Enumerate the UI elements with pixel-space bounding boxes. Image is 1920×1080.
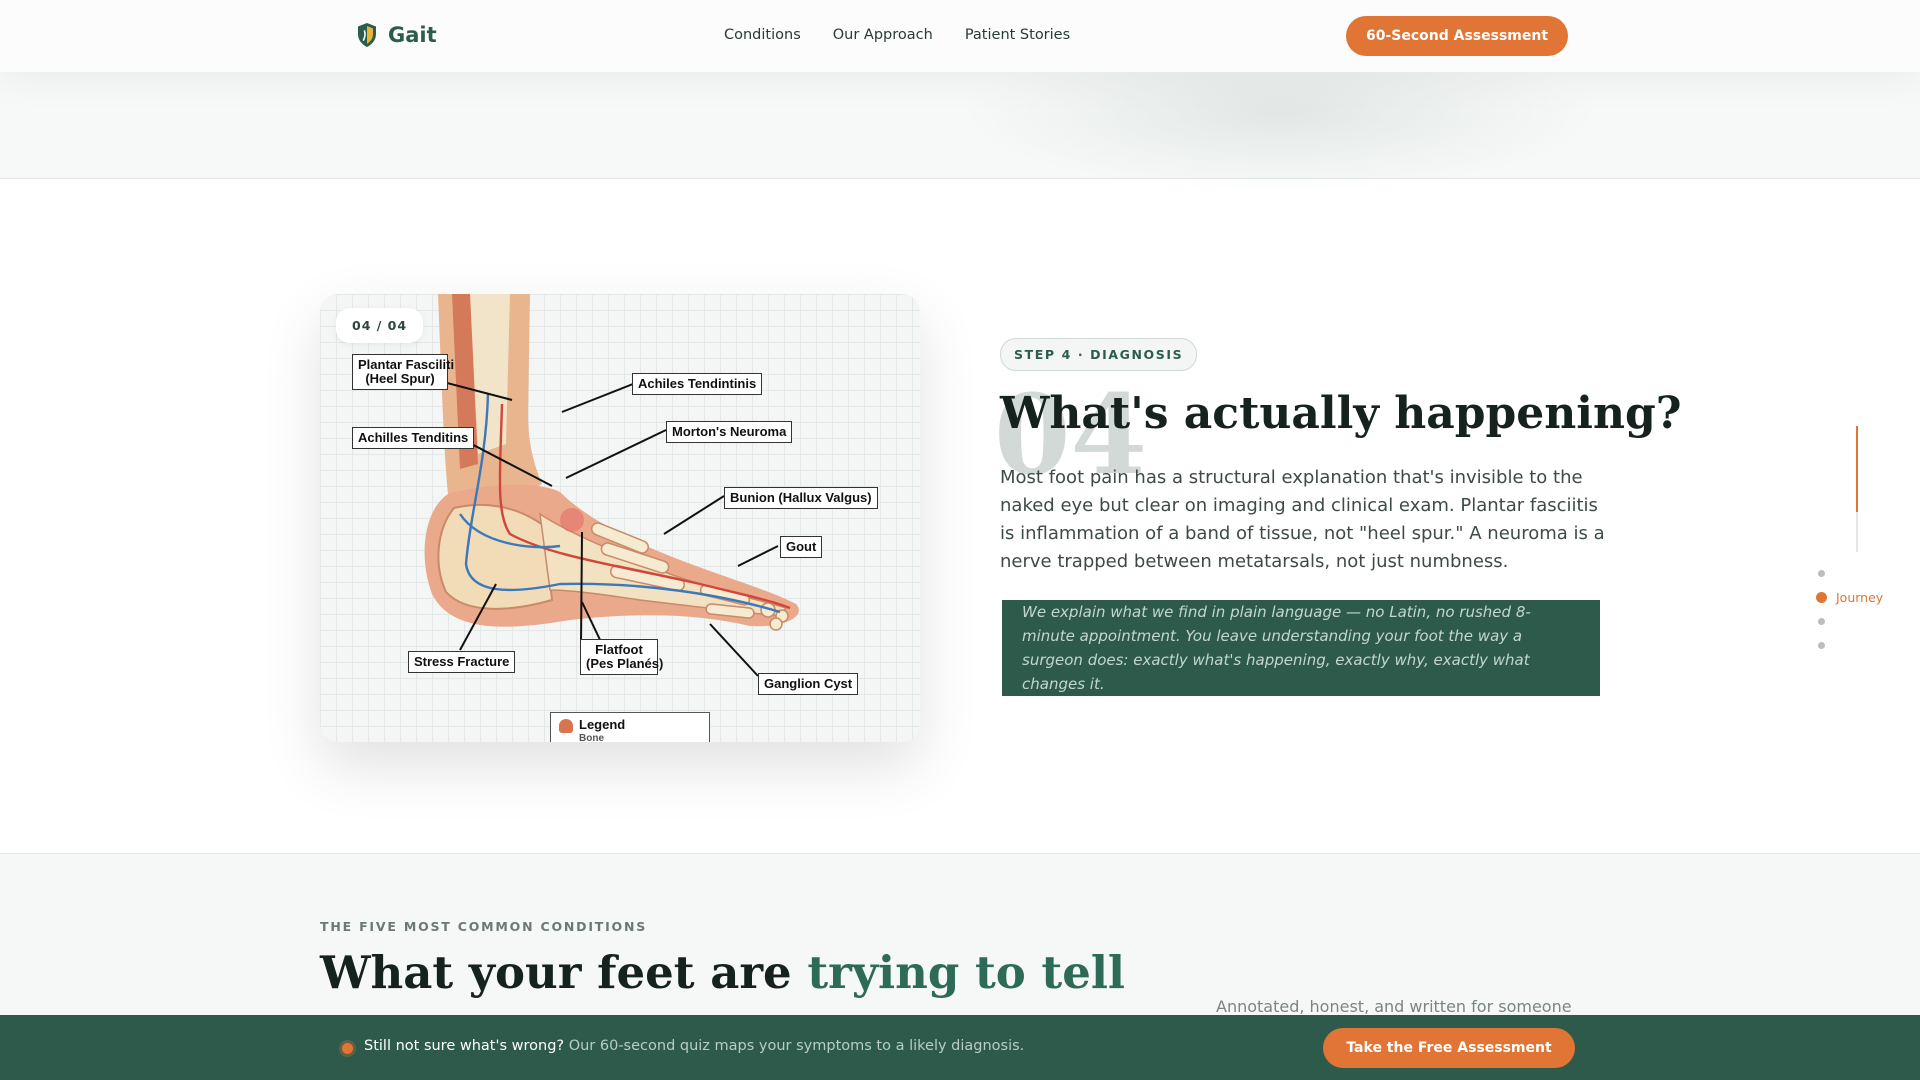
figure-legend: Legend Bone — [550, 712, 710, 742]
sticky-lead: Still not sure what's wrong? — [364, 1038, 565, 1054]
nav-conditions[interactable]: Conditions — [724, 27, 801, 43]
callout-plantar-line-2: (Heel Spur) — [365, 371, 435, 386]
callout-plantar-fasciitis: Plantar Fasciliti (Heel Spur) — [352, 354, 455, 390]
callout-plantar-line-1: Plantar Fasciliti — [358, 357, 455, 372]
sticky-description: Our 60-second quiz maps your symptoms to… — [564, 1038, 1025, 1054]
callout-bunion: Bunion (Hallux Valgus) — [724, 487, 878, 509]
callout-stress-fracture: Stress Fracture — [408, 651, 516, 673]
step-body: Most foot pain has a structural explanat… — [1000, 467, 1605, 572]
anatomy-figure-card: 04 / 04 Plantar Fasciliti (Heel Spur) Ac… — [320, 294, 920, 742]
conditions-title-start: What your feet are — [320, 946, 808, 999]
brand-logo[interactable]: Gait — [356, 22, 437, 48]
conditions-title-accent: trying to tell — [807, 946, 1126, 999]
step-quote: We explain what we find in plain languag… — [1002, 600, 1600, 696]
callout-flatfoot-line-1: Flatfoot — [595, 642, 643, 657]
shield-logo-icon — [358, 23, 376, 47]
hero-band — [0, 32, 1920, 192]
step-title: What's actually happening? — [1000, 388, 1682, 439]
callout-ganglion-cyst: Ganglion Cyst — [758, 673, 859, 695]
callout-gout: Gout — [780, 536, 823, 558]
sticky-message: Still not sure what's wrong? Our 60-seco… — [364, 1038, 1024, 1054]
conditions-subtitle: Annotated, honest, and written for someo… — [1216, 997, 1572, 1016]
callout-achilles-tendinitis-left: Achilles Tenditins — [352, 427, 475, 449]
main-nav: Conditions Our Approach Patient Stories — [724, 27, 1070, 43]
rail-dot-1[interactable] — [1818, 570, 1825, 577]
callout-achilles-tendinitis-top: Achiles Tendintinis — [632, 373, 763, 395]
brand-name: Gait — [388, 23, 437, 47]
callout-flatfoot: Flatfoot (Pes Planés) — [580, 639, 664, 675]
step-badge: STEP 4 · DIAGNOSIS — [1000, 338, 1198, 371]
rail-dot-3[interactable] — [1818, 618, 1825, 625]
bone-swatch-icon — [559, 718, 573, 733]
legend-title: Legend — [579, 717, 626, 732]
legend-item: Bone — [579, 732, 604, 742]
top-navigation: Gait Conditions Our Approach Patient Sto… — [0, 0, 1920, 72]
conditions-title: What your feet are trying to tell — [320, 946, 1125, 999]
progress-rail-fill — [1856, 426, 1858, 512]
nav-our-approach[interactable]: Our Approach — [833, 27, 933, 43]
rail-label-journey[interactable]: Journey — [1836, 590, 1883, 605]
assessment-button[interactable]: 60-Second Assessment — [1346, 16, 1568, 56]
rail-dot-4[interactable] — [1818, 642, 1825, 649]
free-assessment-button[interactable]: Take the Free Assessment — [1323, 1028, 1575, 1068]
slide-counter: 04 / 04 — [336, 308, 424, 343]
rail-dot-2-active[interactable] — [1816, 592, 1827, 603]
conditions-eyebrow: THE FIVE MOST COMMON CONDITIONS — [320, 919, 648, 934]
callout-mortons-neuroma: Morton's Neuroma — [666, 421, 793, 443]
pulse-dot-icon — [342, 1043, 353, 1054]
callout-flatfoot-line-2: (Pes Planés) — [586, 656, 664, 671]
nav-patient-stories[interactable]: Patient Stories — [965, 27, 1070, 43]
